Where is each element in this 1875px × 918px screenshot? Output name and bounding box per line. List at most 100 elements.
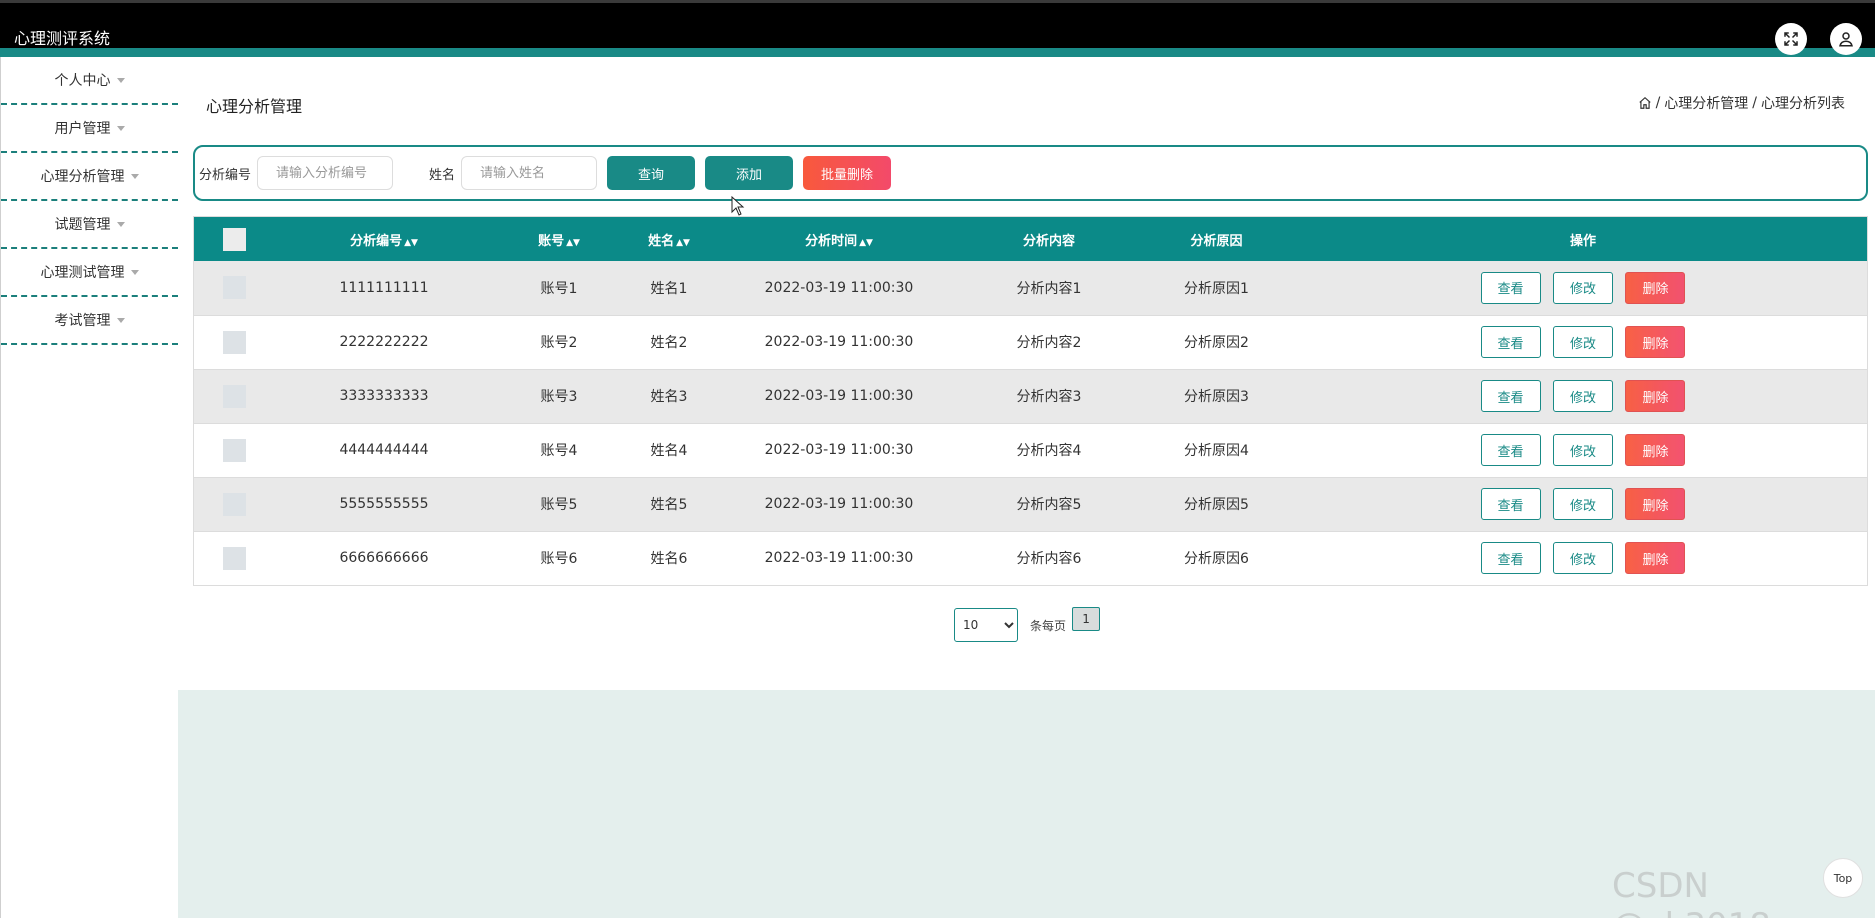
breadcrumb-item-analysis-management[interactable]: 心理分析管理 xyxy=(1664,93,1748,113)
breadcrumb: / 心理分析管理 / 心理分析列表 xyxy=(1638,93,1845,113)
cell-analysis-code: 4444444444 xyxy=(339,442,429,458)
cell-analysis-reason: 分析原因4 xyxy=(1184,443,1249,459)
sidebar-item-question-management[interactable]: 试题管理 xyxy=(1,201,178,249)
caret-down-icon xyxy=(116,77,125,83)
view-button[interactable]: 查看 xyxy=(1480,271,1541,304)
cell-analysis-time: 2022-03-19 11:00:30 xyxy=(764,334,914,350)
row-checkbox[interactable] xyxy=(222,330,246,354)
cell-name: 姓名2 xyxy=(650,335,688,351)
cell-account: 账号6 xyxy=(540,551,578,567)
edit-button[interactable]: 修改 xyxy=(1553,434,1613,466)
table-row: 6666666666 账号6 姓名6 2022-03-19 11:00:30 分… xyxy=(194,531,1867,585)
home-icon[interactable] xyxy=(1638,96,1652,110)
batch-delete-button[interactable]: 批量删除 xyxy=(803,156,892,190)
edit-button[interactable]: 修改 xyxy=(1553,380,1613,412)
edit-button[interactable]: 修改 xyxy=(1553,271,1613,304)
row-checkbox[interactable] xyxy=(222,438,246,462)
breadcrumb-item-analysis-list: 心理分析列表 xyxy=(1761,96,1845,112)
per-page-label: 条每页 xyxy=(1030,618,1067,633)
header-account[interactable]: 账号 ▲▼ xyxy=(494,217,624,261)
cell-name: 姓名1 xyxy=(650,280,688,297)
cell-account: 账号3 xyxy=(540,389,578,405)
row-checkbox[interactable] xyxy=(222,384,246,408)
analysis-code-label: 分析编号 xyxy=(199,167,252,183)
edit-button[interactable]: 修改 xyxy=(1553,542,1613,574)
header-accent-bar xyxy=(0,48,1875,57)
edit-button[interactable]: 修改 xyxy=(1553,488,1613,520)
add-button[interactable]: 添加 xyxy=(705,156,794,190)
row-checkbox[interactable] xyxy=(222,492,246,516)
page-title: 心理分析管理 xyxy=(206,97,303,116)
delete-button[interactable]: 删除 xyxy=(1625,271,1686,304)
analysis-code-input[interactable] xyxy=(257,156,394,190)
sidebar-item-user-management[interactable]: 用户管理 xyxy=(1,105,178,153)
cell-name: 姓名4 xyxy=(650,443,688,459)
edit-button[interactable]: 修改 xyxy=(1553,326,1613,358)
page-size-select[interactable]: 10 xyxy=(954,608,1018,642)
cell-account: 账号5 xyxy=(540,497,578,513)
back-to-top-button[interactable]: Top xyxy=(1823,858,1863,898)
view-button[interactable]: 查看 xyxy=(1480,380,1541,412)
view-button[interactable]: 查看 xyxy=(1480,326,1541,358)
sidebar-item-personal-center[interactable]: 个人中心 xyxy=(1,57,178,105)
header-analysis-time[interactable]: 分析时间 ▲▼ xyxy=(714,217,964,261)
table-row: 2222222222 账号2 姓名2 2022-03-19 11:00:30 分… xyxy=(194,315,1867,369)
cell-analysis-time: 2022-03-19 11:00:30 xyxy=(764,388,914,404)
view-button[interactable]: 查看 xyxy=(1480,488,1541,520)
sidebar-item-label: 考试管理 xyxy=(54,313,111,329)
delete-button[interactable]: 删除 xyxy=(1625,542,1686,574)
analysis-table: 分析编号 ▲▼ 账号 ▲▼ 姓名 ▲▼ 分析时间 ▲▼ 分析内容 分析原因 操作 111… xyxy=(193,216,1868,586)
delete-button[interactable]: 删除 xyxy=(1625,488,1686,520)
cell-analysis-time: 2022-03-19 11:00:30 xyxy=(764,442,914,458)
delete-button[interactable]: 删除 xyxy=(1625,326,1686,358)
view-button[interactable]: 查看 xyxy=(1480,434,1541,466)
name-input[interactable] xyxy=(461,156,598,190)
sidebar-item-label: 试题管理 xyxy=(54,217,111,233)
delete-button[interactable]: 删除 xyxy=(1625,380,1686,412)
caret-down-icon xyxy=(116,317,125,323)
table-header-row: 分析编号 ▲▼ 账号 ▲▼ 姓名 ▲▼ 分析时间 ▲▼ 分析内容 分析原因 操作 xyxy=(194,217,1867,261)
caret-down-icon xyxy=(116,221,125,227)
cell-analysis-reason: 分析原因2 xyxy=(1184,335,1249,351)
sort-icon[interactable]: ▲▼ xyxy=(676,238,690,248)
sort-icon[interactable]: ▲▼ xyxy=(404,238,418,248)
header-name[interactable]: 姓名 ▲▼ xyxy=(624,217,714,261)
cell-analysis-code: 3333333333 xyxy=(339,388,429,404)
sidebar-item-label: 心理分析管理 xyxy=(40,169,125,185)
query-button[interactable]: 查询 xyxy=(607,156,696,190)
header-analysis-code[interactable]: 分析编号 ▲▼ xyxy=(274,217,494,261)
name-label: 姓名 xyxy=(429,167,456,183)
sort-icon[interactable]: ▲▼ xyxy=(566,238,580,248)
sidebar: 个人中心 用户管理 心理分析管理 试题管理 心理测试管理 考试管理 xyxy=(0,57,178,918)
cell-analysis-code: 1111111111 xyxy=(339,279,429,296)
user-menu-button[interactable] xyxy=(1830,23,1862,55)
row-checkbox[interactable] xyxy=(222,276,246,300)
sort-icon[interactable]: ▲▼ xyxy=(859,238,873,248)
view-button[interactable]: 查看 xyxy=(1480,542,1541,574)
sidebar-item-exam-management[interactable]: 考试管理 xyxy=(1,297,178,345)
sidebar-item-label: 用户管理 xyxy=(54,121,111,137)
sidebar-item-label: 心理测试管理 xyxy=(40,265,125,281)
cell-account: 账号1 xyxy=(540,280,578,297)
cell-name: 姓名5 xyxy=(650,497,688,513)
cell-analysis-reason: 分析原因1 xyxy=(1184,280,1249,297)
cell-analysis-time: 2022-03-19 11:00:30 xyxy=(764,279,914,296)
sidebar-item-analysis-management[interactable]: 心理分析管理 xyxy=(1,153,178,201)
caret-down-icon xyxy=(116,125,125,131)
cell-analysis-code: 6666666666 xyxy=(339,550,429,566)
table-row: 3333333333 账号3 姓名3 2022-03-19 11:00:30 分… xyxy=(194,369,1867,423)
pagination: 10 条每页 1 xyxy=(954,607,1101,642)
cell-analysis-code: 5555555555 xyxy=(339,496,429,512)
fullscreen-button[interactable] xyxy=(1775,23,1807,55)
sidebar-item-test-management[interactable]: 心理测试管理 xyxy=(1,249,178,297)
cell-analysis-content: 分析内容1 xyxy=(1016,280,1082,297)
app-title: 心理测评系统 xyxy=(14,29,111,48)
select-all-checkbox[interactable] xyxy=(222,227,246,251)
delete-button[interactable]: 删除 xyxy=(1625,434,1686,466)
page-number-current[interactable]: 1 xyxy=(1072,607,1101,631)
fullscreen-icon xyxy=(1784,32,1798,46)
table-row: 4444444444 账号4 姓名4 2022-03-19 11:00:30 分… xyxy=(194,423,1867,477)
cell-analysis-time: 2022-03-19 11:00:30 xyxy=(764,550,914,566)
cell-analysis-content: 分析内容6 xyxy=(1016,551,1082,567)
row-checkbox[interactable] xyxy=(222,546,246,570)
